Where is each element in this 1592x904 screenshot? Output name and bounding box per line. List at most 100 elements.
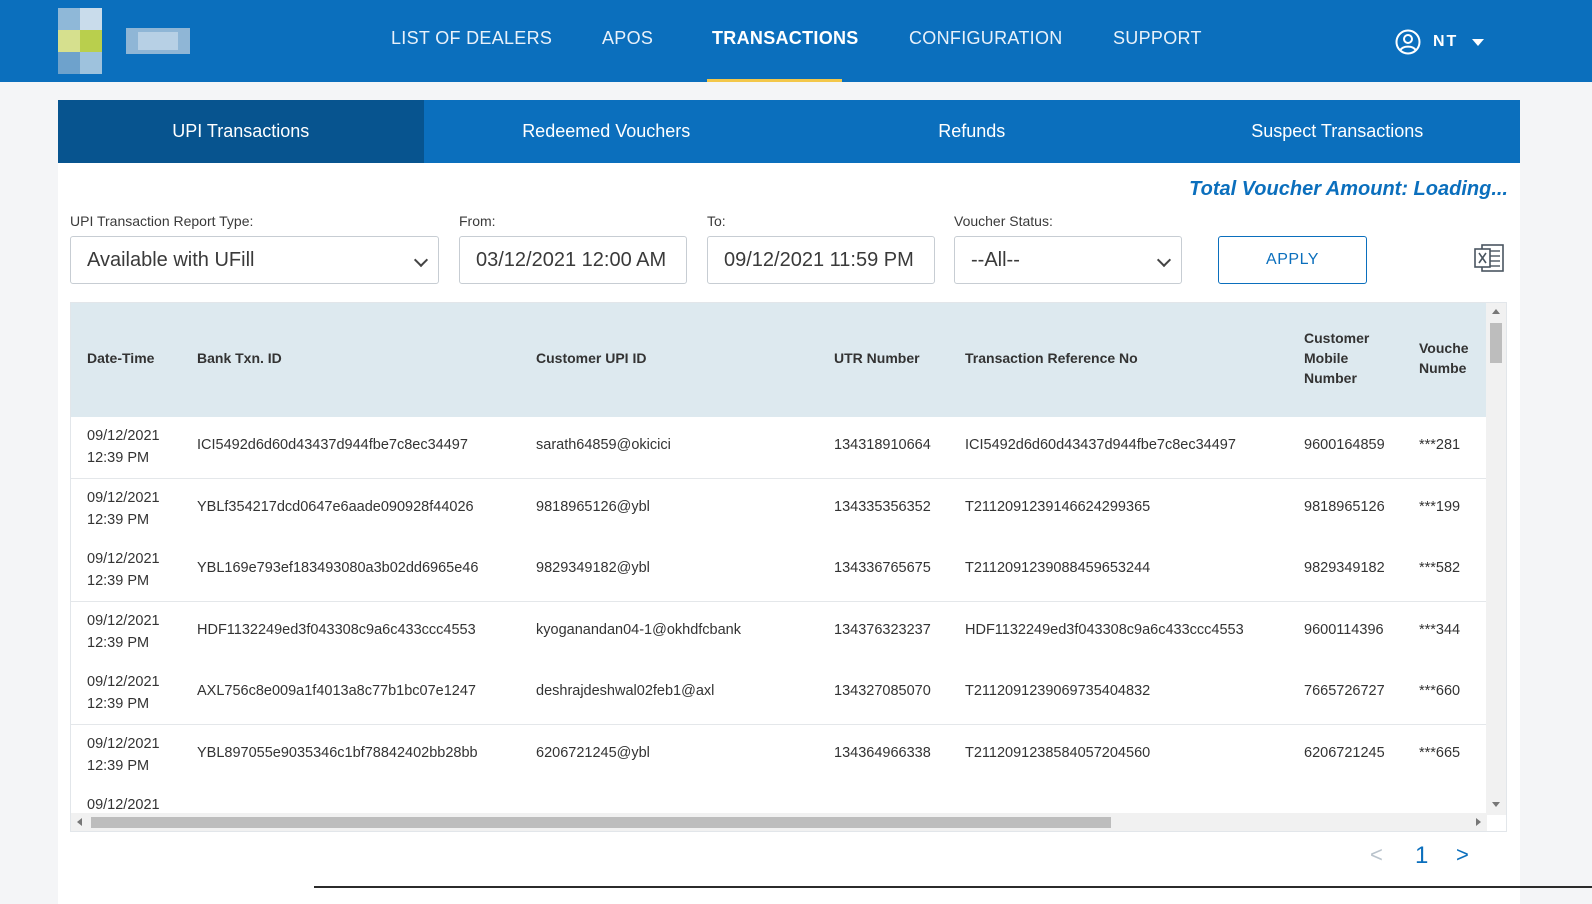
cell-date: 09/12/2021 [87,428,160,444]
cell-date-time: 09/12/2021 12:39 PM [87,425,160,469]
cell-date-time: 09/12/2021 12:39 PM [87,671,160,715]
cell-date: 09/12/2021 [87,797,160,813]
col-mobile-line1: Customer [1304,330,1370,346]
tab-suspect-transactions[interactable]: Suspect Transactions [1155,100,1521,163]
report-type-select[interactable]: Available with UFill [70,236,439,284]
cell-utr-number: 134336765675 [834,560,931,576]
cell-voucher-number: ***344 [1419,621,1461,638]
cell-customer-upi-id: 9829349182@ybl [536,560,650,576]
cell-date: 09/12/2021 [87,612,160,629]
cell-date: 09/12/2021 [87,489,160,506]
col-voucher-line1: Vouche [1419,340,1469,356]
voucher-status-value: --All-- [971,248,1020,271]
cell-utr-number: 134376323237 [834,621,931,638]
scroll-right-arrow-icon[interactable] [1476,818,1481,826]
window-bottom-edge [314,886,1592,888]
cell-voucher-number: ***665 [1419,744,1461,761]
cell-voucher-number: ***582 [1419,560,1461,576]
from-date-input[interactable]: 03/12/2021 12:00 AM [459,236,687,284]
cell-utr-number: 134318910664 [834,437,931,453]
nav-transactions[interactable]: TRANSACTIONS [712,28,859,49]
horizontal-scrollbar[interactable] [71,813,1487,831]
cell-customer-upi-id: kyoganandan04-1@okhdfcbank [536,621,741,638]
apply-button[interactable]: APPLY [1218,236,1367,284]
cell-bank-txn-id: ICI5492d6d60d43437d944fbe7c8ec34497 [197,437,468,453]
transactions-table: Date-Time Bank Txn. ID Customer UPI ID U… [70,302,1507,832]
cell-time: 12:39 PM [87,573,150,589]
nav-apos[interactable]: APOS [602,28,653,49]
total-voucher-amount: Total Voucher Amount: Loading... [1189,178,1508,200]
table-row[interactable]: 09/12/2021 12:39 PM ICI5492d6d60d43437d944… [71,417,1487,479]
col-customer-upi-id: Customer UPI ID [536,350,647,366]
table-row[interactable]: 09/12/2021 12:39 PM AXL756c8e009a1f4013a8c… [71,663,1487,725]
table-body: 09/12/2021 12:39 PM ICI5492d6d60d43437d944… [71,417,1487,815]
pagination-prev[interactable]: < [1370,842,1383,868]
caret-down-icon [1472,38,1485,46]
scroll-left-arrow-icon[interactable] [77,818,82,826]
voucher-status-select[interactable]: --All-- [954,236,1182,284]
pagination-next[interactable]: > [1456,842,1469,868]
col-bank-txn-id: Bank Txn. ID [197,350,282,366]
cell-voucher-number: ***281 [1419,437,1461,453]
nav-support[interactable]: SUPPORT [1113,28,1202,49]
cell-transaction-reference: T2112091239069735404832 [965,683,1151,699]
col-utr-number: UTR Number [834,350,920,366]
vertical-scrollbar[interactable] [1486,303,1506,815]
cell-voucher-number: ***660 [1419,683,1461,699]
cell-utr-number: 134327085070 [834,683,931,699]
table-row[interactable]: 09/12/2021 12:39 PM YBL897055e9035346c1bf7… [71,724,1487,787]
cell-date-time: 09/12/2021 [87,794,160,815]
user-menu[interactable]: NT [1395,28,1485,56]
cell-date-time: 09/12/2021 12:39 PM [87,487,160,531]
tab-refunds[interactable]: Refunds [789,100,1155,163]
sub-tabs: UPI Transactions Redeemed Vouchers Refun… [58,100,1520,163]
tab-upi-transactions[interactable]: UPI Transactions [58,100,424,163]
active-nav-indicator [707,79,842,82]
transactions-card: UPI Transactions Redeemed Vouchers Refun… [58,100,1520,904]
to-date-value: 09/12/2021 11:59 PM [724,248,914,271]
cell-time: 12:39 PM [87,757,150,774]
chevron-down-icon [413,252,429,268]
pagination-page-1[interactable]: 1 [1415,842,1428,870]
report-type-value: Available with UFill [87,248,255,271]
vertical-scroll-thumb[interactable] [1490,323,1502,363]
cell-customer-mobile: 6206721245 [1304,744,1385,761]
cell-customer-upi-id: deshrajdeshwal02feb1@axl [536,683,715,699]
cell-time: 12:39 PM [87,634,150,651]
cell-utr-number: 134364966338 [834,744,931,761]
to-date-input[interactable]: 09/12/2021 11:59 PM [707,236,935,284]
cell-date-time: 09/12/2021 12:39 PM [87,733,160,777]
col-transaction-reference: Transaction Reference No [965,350,1138,366]
to-label: To: [707,213,726,229]
horizontal-scroll-thumb[interactable] [91,817,1111,828]
cell-customer-mobile: 7665726727 [1304,683,1385,699]
cell-transaction-reference: T2112091238584057204560 [965,744,1151,761]
nav-list-of-dealers[interactable]: LIST OF DEALERS [391,28,552,49]
nav-configuration[interactable]: CONFIGURATION [909,28,1063,49]
cell-transaction-reference: T2112091239146624299365 [965,498,1151,515]
table-row[interactable]: 09/12/2021 [71,786,1487,815]
cell-date-time: 09/12/2021 12:39 PM [87,610,160,654]
cell-bank-txn-id: YBL169e793ef183493080a3b02dd6965e46 [197,560,479,576]
scroll-up-arrow-icon[interactable] [1492,309,1500,314]
cell-time: 12:39 PM [87,511,150,528]
chevron-down-icon [1156,252,1172,268]
table-row[interactable]: 09/12/2021 12:39 PM HDF1132249ed3f043308c9… [71,601,1487,664]
tab-redeemed-vouchers[interactable]: Redeemed Vouchers [424,100,790,163]
table-row[interactable]: 09/12/2021 12:39 PM YBL169e793ef183493080a… [71,540,1487,602]
cell-voucher-number: ***199 [1419,498,1461,515]
table-row[interactable]: 09/12/2021 12:39 PM YBLf354217dcd0647e6aad… [71,478,1487,541]
cell-transaction-reference: T2112091239088459653244 [965,560,1151,576]
excel-export-icon[interactable] [1473,242,1505,274]
cell-customer-mobile: 9829349182 [1304,560,1385,576]
scroll-down-arrow-icon[interactable] [1492,802,1500,807]
cell-utr-number: 134335356352 [834,498,931,515]
cell-time: 12:39 PM [87,450,150,466]
col-customer-mobile: Customer Mobile Number [1304,328,1369,388]
cell-transaction-reference: ICI5492d6d60d43437d944fbe7c8ec34497 [965,437,1236,453]
cell-time: 12:39 PM [87,696,150,712]
user-initials: NT [1433,33,1459,50]
cell-date: 09/12/2021 [87,551,160,567]
cell-date: 09/12/2021 [87,735,160,752]
col-voucher-line2: Numbe [1419,360,1467,376]
